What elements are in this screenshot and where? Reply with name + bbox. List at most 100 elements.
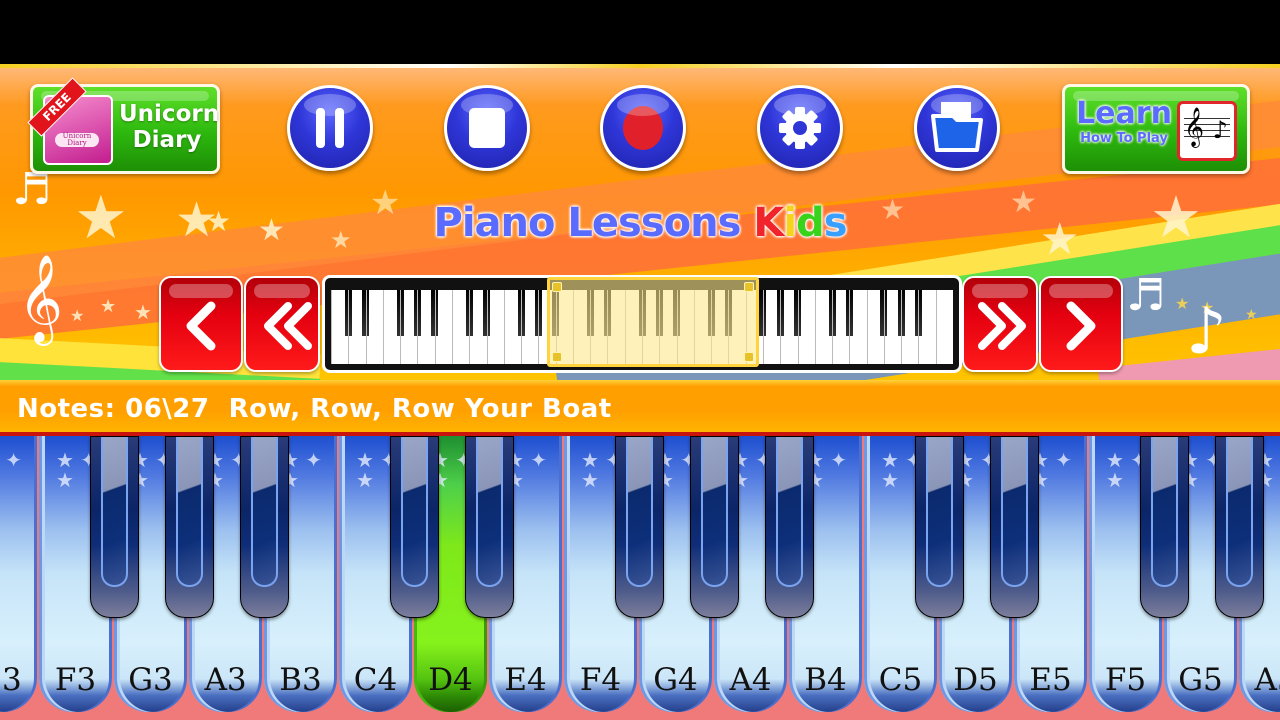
music-notes-icon: ♬	[1126, 270, 1166, 321]
key-label: E3	[0, 662, 22, 698]
open-folder-button[interactable]	[914, 85, 1000, 171]
black-key-gsharp5[interactable]	[1215, 436, 1264, 618]
promo-line-2: Diary	[132, 127, 202, 153]
mini-white-key-divider	[901, 290, 903, 364]
learn-line-1: Learn	[1076, 96, 1172, 131]
settings-button[interactable]	[757, 85, 843, 171]
status-bar	[0, 0, 1280, 64]
key-label: F3	[54, 662, 97, 698]
star-icon: ★	[134, 300, 152, 324]
mini-white-key-divider	[451, 290, 453, 364]
resize-handle[interactable]	[744, 352, 754, 362]
mini-white-key-divider	[797, 290, 799, 364]
black-key-asharp4[interactable]	[765, 436, 814, 618]
learn-line-2: How To Play	[1080, 131, 1168, 146]
folder-icon	[931, 102, 983, 152]
fast-forward-button[interactable]	[962, 276, 1038, 372]
mini-white-key-divider	[918, 290, 920, 364]
gear-icon	[779, 107, 821, 149]
star-decoration-icon: ★ ✦ ★	[5, 448, 23, 472]
star-icon: ★	[70, 306, 85, 325]
mini-white-key-divider	[469, 290, 471, 364]
treble-clef-icon: 𝄞	[18, 253, 63, 342]
resize-handle[interactable]	[744, 282, 754, 292]
mini-white-key-divider	[832, 290, 834, 364]
black-key-highlight	[251, 437, 278, 587]
record-icon	[623, 106, 663, 150]
resize-handle[interactable]	[552, 352, 562, 362]
thumbnail-label: Unicorn Diary	[55, 133, 99, 147]
black-key-highlight	[476, 437, 503, 587]
unicorn-diary-promo-button[interactable]: Unicorn Diary FREE Unicorn Diary	[27, 77, 220, 174]
mini-white-key-divider	[849, 290, 851, 364]
black-key-highlight	[401, 437, 428, 587]
mini-white-key-divider	[503, 290, 505, 364]
notes-progress-bar: Notes: 06\27 Row, Row, Row Your Boat	[0, 380, 1280, 436]
key-label: C5	[878, 662, 923, 698]
black-key-fsharp4[interactable]	[615, 436, 664, 618]
title-main: Piano Lessons	[433, 200, 754, 246]
key-label: A4	[729, 662, 772, 698]
black-key-highlight	[776, 437, 803, 587]
app-title: Piano Lessons Kids	[0, 200, 1280, 246]
black-key-dsharp4[interactable]	[465, 436, 514, 618]
visible-range-selector[interactable]	[547, 277, 759, 367]
mini-white-key-divider	[417, 290, 419, 364]
mini-white-key-divider	[935, 290, 937, 364]
key-label: D4	[428, 662, 473, 698]
mini-white-key-divider	[486, 290, 488, 364]
black-key-csharp4[interactable]	[390, 436, 439, 618]
mini-white-key-divider	[382, 290, 384, 364]
black-key-highlight	[1151, 437, 1178, 587]
pause-icon	[316, 108, 344, 148]
promo-label: Unicorn Diary	[119, 101, 219, 153]
black-key-asharp3[interactable]	[240, 436, 289, 618]
star-icon: ★	[1245, 307, 1258, 323]
key-label: A3	[204, 662, 247, 698]
black-key-highlight	[926, 437, 953, 587]
key-label: D5	[953, 662, 998, 698]
mini-white-key-divider	[814, 290, 816, 364]
black-key-gsharp4[interactable]	[690, 436, 739, 618]
key-label: G5	[1178, 662, 1223, 698]
resize-handle[interactable]	[552, 282, 562, 292]
key-label: C4	[353, 662, 398, 698]
mini-white-key-divider	[538, 290, 540, 364]
title-letter: i	[783, 200, 797, 246]
double-chevron-right-icon	[978, 302, 1026, 350]
eighth-note-icon: ♪	[1212, 116, 1228, 144]
pause-button[interactable]	[287, 85, 373, 171]
mini-white-key-divider	[883, 290, 885, 364]
record-button[interactable]	[600, 85, 686, 171]
black-key-highlight	[626, 437, 653, 587]
black-key-csharp5[interactable]	[915, 436, 964, 618]
key-label: F5	[1104, 662, 1147, 698]
music-note-icon: ♪	[1186, 295, 1227, 369]
key-label: A5	[1254, 662, 1280, 698]
mini-white-key-divider	[434, 290, 436, 364]
black-key-dsharp5[interactable]	[990, 436, 1039, 618]
black-key-fsharp3[interactable]	[90, 436, 139, 618]
chevron-left-icon	[186, 301, 216, 351]
stop-button[interactable]	[444, 85, 530, 171]
key-label: F4	[579, 662, 622, 698]
white-key-e3[interactable]: ★ ✦ ★ E3	[0, 436, 38, 720]
promo-line-1: Unicorn	[119, 101, 220, 127]
chevron-right-icon	[1066, 301, 1096, 351]
black-key-fsharp5[interactable]	[1140, 436, 1189, 618]
title-letter: d	[796, 200, 825, 246]
rewind-button[interactable]	[244, 276, 320, 372]
black-key-highlight	[176, 437, 203, 587]
stop-icon	[469, 108, 505, 148]
previous-button[interactable]	[159, 276, 243, 372]
mini-white-key-divider	[348, 290, 350, 364]
black-key-highlight	[101, 437, 128, 587]
mini-white-key-divider	[866, 290, 868, 364]
title-letter: s	[823, 200, 848, 246]
learn-label: Learn How To Play	[1071, 97, 1177, 147]
mini-white-key-divider	[365, 290, 367, 364]
black-key-gsharp3[interactable]	[165, 436, 214, 618]
next-button[interactable]	[1039, 276, 1123, 372]
header-panel: ★ ★ ★ ★ ★ ★ ★ ★ ★ ★ ★ ★ ★ ★ ★ ★ ♬ 𝄞 ♬ ♪ …	[0, 68, 1280, 380]
learn-how-to-play-button[interactable]: Learn How To Play 𝄞 ♪	[1062, 84, 1250, 174]
